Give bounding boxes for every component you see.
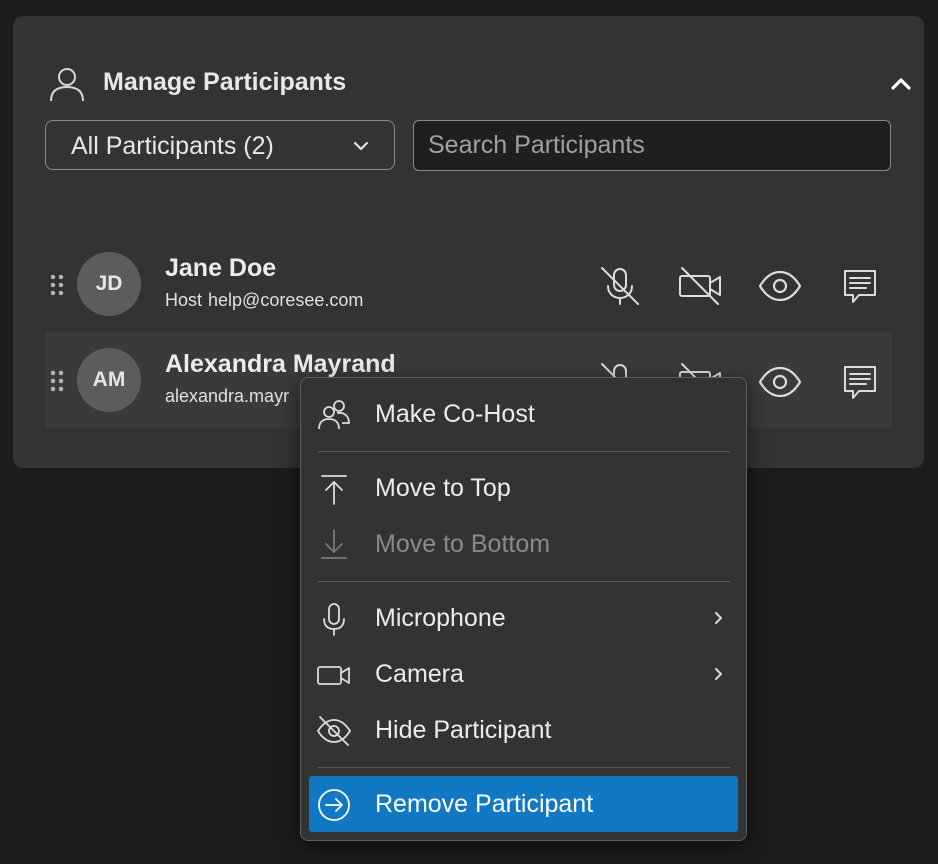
participant-subtitle: alexandra.mayr <box>165 386 289 407</box>
menu-divider <box>318 451 730 452</box>
microphone-muted-icon[interactable] <box>598 264 642 308</box>
search-participants-input[interactable] <box>413 120 891 171</box>
menu-item-label: Hide Participant <box>375 716 552 744</box>
eye-icon[interactable] <box>758 264 802 308</box>
co-host-icon <box>317 398 351 432</box>
menu-divider <box>318 581 730 582</box>
microphone-icon <box>317 602 351 636</box>
move-to-top-icon <box>317 472 351 506</box>
remove-icon <box>317 788 351 822</box>
menu-divider <box>318 767 730 768</box>
menu-item-microphone[interactable]: Microphone <box>309 592 738 644</box>
avatar: JD <box>77 252 141 316</box>
chat-icon[interactable] <box>838 264 882 308</box>
menu-item-label: Remove Participant <box>375 790 594 818</box>
filter-selected-label: All Participants (2) <box>71 132 274 160</box>
menu-item-hide-participant[interactable]: Hide Participant <box>309 704 738 756</box>
menu-item-label: Microphone <box>375 604 506 632</box>
participant-filter-dropdown[interactable]: All Participants (2) <box>45 120 395 170</box>
chevron-down-icon <box>351 136 371 156</box>
participant-email: alexandra.mayr <box>165 386 290 406</box>
menu-item-label: Move to Top <box>375 474 511 502</box>
drag-handle-icon[interactable] <box>50 274 64 296</box>
collapse-chevron-up-icon[interactable] <box>887 72 915 96</box>
participant-role: Host <box>165 290 203 310</box>
chevron-right-icon <box>711 610 725 626</box>
panel-header: Manage Participants <box>13 16 924 116</box>
menu-item-label: Camera <box>375 660 464 688</box>
menu-item-move-to-bottom: Move to Bottom <box>309 518 738 570</box>
panel-title: Manage Participants <box>103 68 347 96</box>
menu-item-camera[interactable]: Camera <box>309 648 738 700</box>
menu-item-make-co-host[interactable]: Make Co-Host <box>309 388 738 440</box>
participant-subtitle: Host help@coresee.com <box>165 290 363 311</box>
camera-off-icon[interactable] <box>678 264 722 308</box>
avatar: AM <box>77 348 141 412</box>
menu-item-label: Move to Bottom <box>375 530 551 558</box>
participant-name: Jane Doe <box>165 254 277 282</box>
menu-item-label: Make Co-Host <box>375 400 535 428</box>
participant-row-jane-doe: JD Jane Doe Host help@coresee.com <box>45 236 892 332</box>
menu-item-remove-participant[interactable]: Remove Participant <box>309 776 738 832</box>
chat-icon[interactable] <box>838 360 882 404</box>
user-icon <box>49 66 85 102</box>
drag-handle-icon[interactable] <box>50 370 64 392</box>
participant-name: Alexandra Mayrand <box>165 350 396 378</box>
menu-item-move-to-top[interactable]: Move to Top <box>309 462 738 514</box>
eye-off-icon <box>316 714 352 748</box>
move-to-bottom-icon <box>317 528 351 562</box>
eye-icon[interactable] <box>758 360 802 404</box>
participant-context-menu: Make Co-Host Move to Top Move to Bottom <box>300 377 747 841</box>
chevron-right-icon <box>711 666 725 682</box>
participant-email: help@coresee.com <box>208 290 364 310</box>
camera-icon <box>317 658 351 692</box>
